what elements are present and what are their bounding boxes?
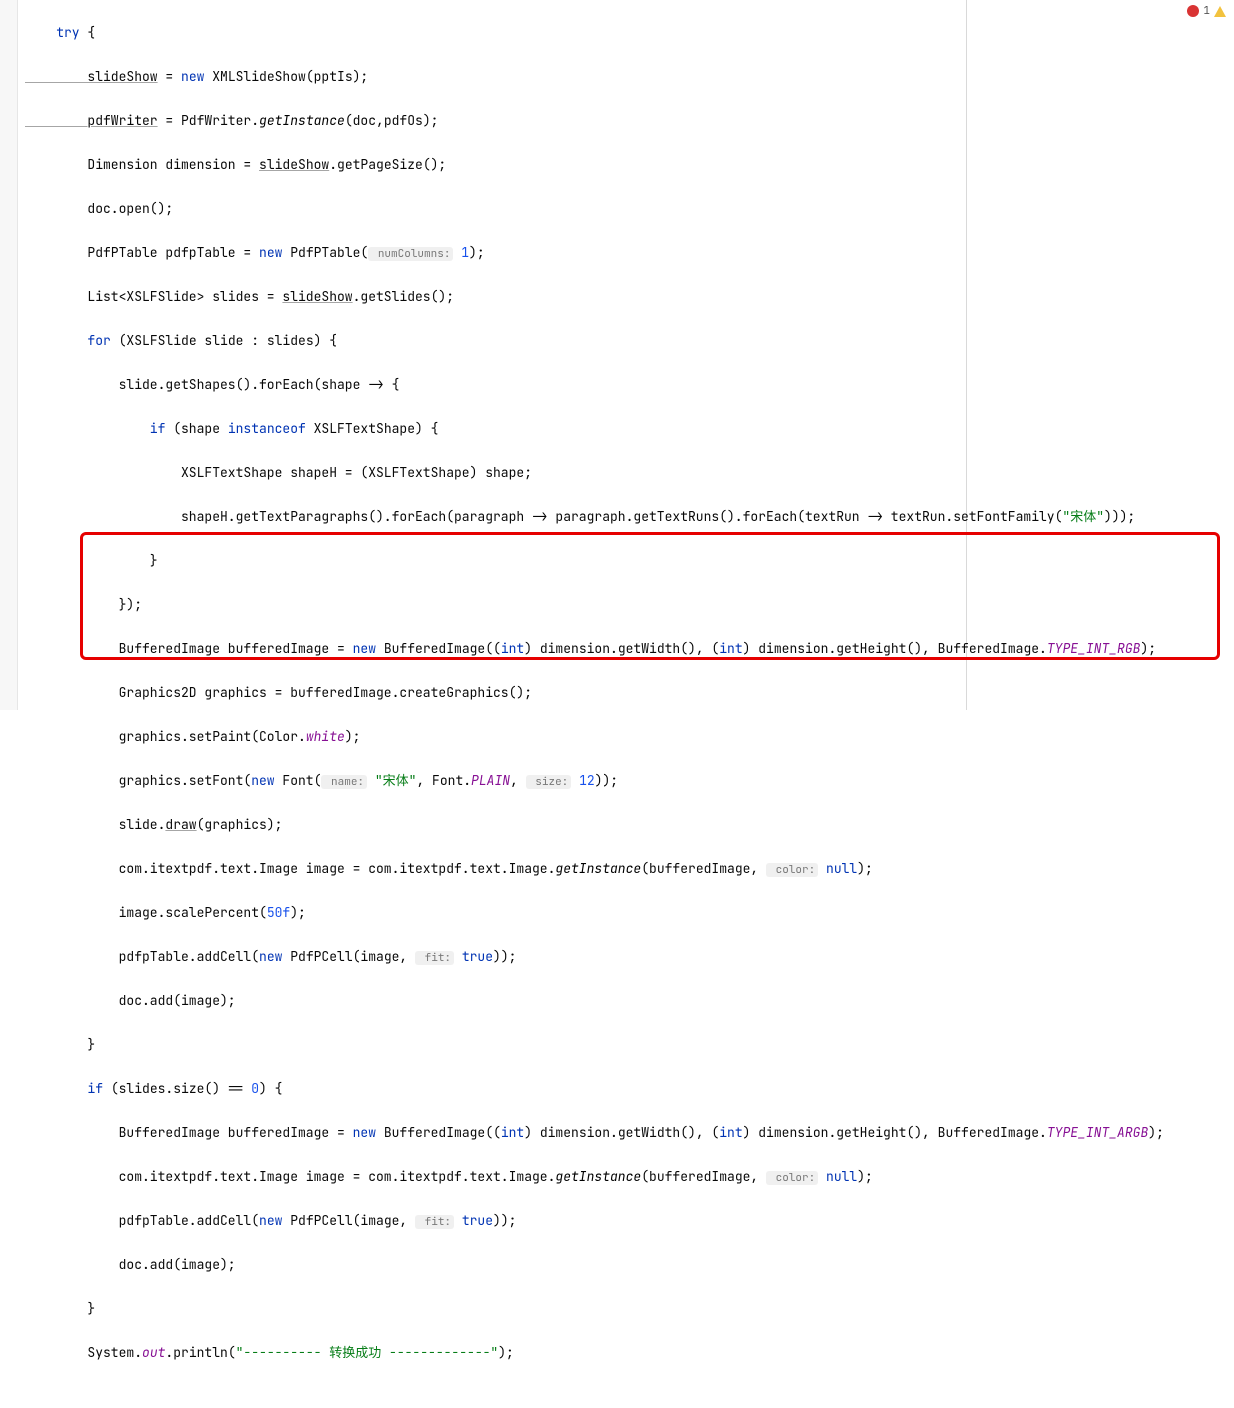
code-line[interactable]: for (XSLFSlide slide : slides) { [25,330,1234,352]
code-line[interactable]: try { [25,22,1234,44]
code-line[interactable]: Dimension dimension = slideShow.getPageS… [25,154,1234,176]
code-line[interactable]: System.out.println("---------- 转换成功 ----… [25,1342,1234,1364]
code-line[interactable]: try { slideShow = new XMLSlideShow(pptIs… [25,66,1234,88]
code-line[interactable]: }); [25,594,1234,616]
code-line[interactable]: doc.add(image); [25,1254,1234,1276]
code-line[interactable]: doc.open(); [25,198,1234,220]
code-line[interactable]: doc.add(image); [25,990,1234,1012]
code-editor[interactable]: 1 try { try { slideShow = new XMLSlideSh… [0,0,1234,710]
param-hint: name: [321,775,367,789]
code-line[interactable]: XSLFTextShape shapeH = (XSLFTextShape) s… [25,462,1234,484]
param-hint: size: [526,775,572,789]
code-line[interactable]: shapeH.getTextParagraphs().forEach(parag… [25,506,1234,528]
code-area[interactable]: try { try { slideShow = new XMLSlideShow… [0,0,1234,1408]
code-line[interactable]: } [25,1298,1234,1320]
code-line[interactable]: BufferedImage bufferedImage = new Buffer… [25,1122,1234,1144]
param-hint: color: [766,863,818,877]
param-hint: fit: [415,951,454,965]
code-line[interactable]: pdfWriter = PdfWriter.getInstance(doc,pd… [25,110,1234,132]
code-line[interactable]: slide.draw(graphics); [25,814,1234,836]
param-hint: color: [766,1171,818,1185]
code-line[interactable]: com.itextpdf.text.Image image = com.itex… [25,1166,1234,1188]
code-line[interactable]: } [25,550,1234,572]
code-line[interactable]: com.itextpdf.text.Image image = com.itex… [25,858,1234,880]
code-line[interactable]: pdfpTable.addCell(new PdfPCell(image, fi… [25,946,1234,968]
code-line[interactable]: } [25,1034,1234,1056]
param-hint: fit: [415,1215,454,1229]
code-line[interactable]: pdfpTable.addCell(new PdfPCell(image, fi… [25,1210,1234,1232]
code-line[interactable]: graphics.setPaint(Color.white); [25,726,1234,748]
code-line[interactable]: if (shape instanceof XSLFTextShape) { [25,418,1234,440]
code-line[interactable]: if (slides.size() == 0) { [25,1078,1234,1100]
code-line[interactable]: graphics.setFont(new Font( name: "宋体", F… [25,770,1234,792]
code-line[interactable]: Graphics2D graphics = bufferedImage.crea… [25,682,1234,704]
code-line[interactable]: PdfPTable pdfpTable = new PdfPTable( num… [25,242,1234,264]
code-line[interactable]: BufferedImage bufferedImage = new Buffer… [25,638,1234,660]
code-line[interactable]: slide.getShapes().forEach(shape -> { [25,374,1234,396]
param-hint: numColumns: [368,247,453,261]
code-line[interactable]: List<XSLFSlide> slides = slideShow.getSl… [25,286,1234,308]
code-line[interactable]: image.scalePercent(50f); [25,902,1234,924]
